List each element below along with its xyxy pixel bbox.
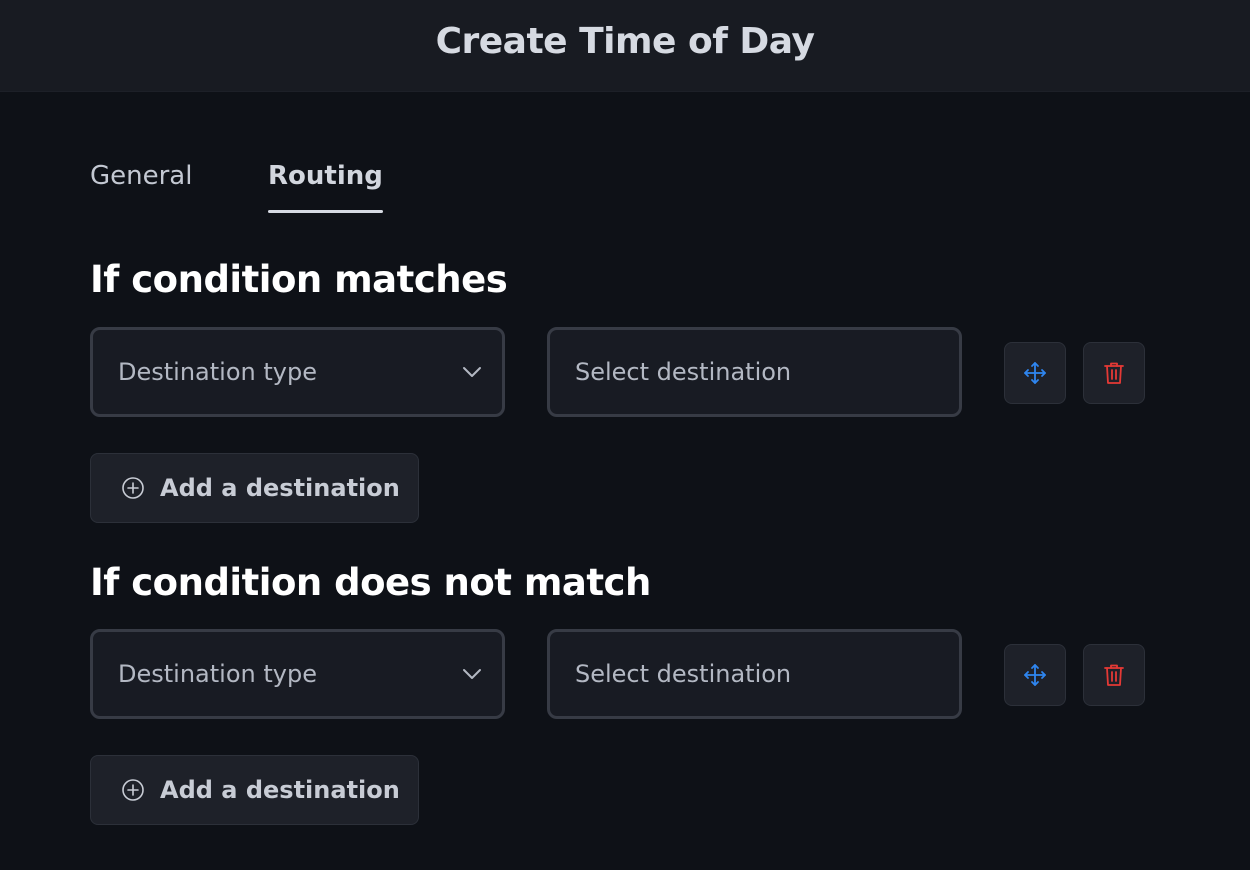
page-title: Create Time of Day [435, 21, 815, 62]
delete-button[interactable] [1083, 342, 1145, 404]
destination-type-placeholder: Destination type [118, 660, 317, 688]
move-arrows-icon [1024, 664, 1046, 686]
trash-icon [1104, 362, 1124, 384]
select-destination-field[interactable]: Select destination [547, 629, 962, 719]
destination-type-dropdown[interactable]: Destination type [90, 327, 505, 417]
tab-general[interactable]: General [90, 158, 268, 213]
select-destination-placeholder: Select destination [575, 660, 792, 688]
chevron-down-icon [463, 367, 481, 377]
add-destination-label: Add a destination [160, 474, 400, 502]
section-title-condition-matches: If condition matches [90, 258, 508, 301]
add-destination-button[interactable]: Add a destination [90, 453, 419, 523]
destination-type-dropdown[interactable]: Destination type [90, 629, 505, 719]
add-destination-button[interactable]: Add a destination [90, 755, 419, 825]
select-destination-placeholder: Select destination [575, 358, 792, 386]
move-button[interactable] [1004, 644, 1066, 706]
select-destination-field[interactable]: Select destination [547, 327, 962, 417]
trash-icon [1104, 664, 1124, 686]
add-destination-label: Add a destination [160, 776, 400, 804]
destination-type-placeholder: Destination type [118, 358, 317, 386]
tab-routing[interactable]: Routing [268, 158, 383, 213]
move-arrows-icon [1024, 362, 1046, 384]
plus-circle-icon [122, 779, 144, 801]
page-header: Create Time of Day [0, 0, 1250, 92]
chevron-down-icon [463, 669, 481, 679]
section-title-condition-not-match: If condition does not match [90, 561, 651, 604]
move-button[interactable] [1004, 342, 1066, 404]
tab-bar: General Routing [90, 158, 383, 213]
delete-button[interactable] [1083, 644, 1145, 706]
plus-circle-icon [122, 477, 144, 499]
